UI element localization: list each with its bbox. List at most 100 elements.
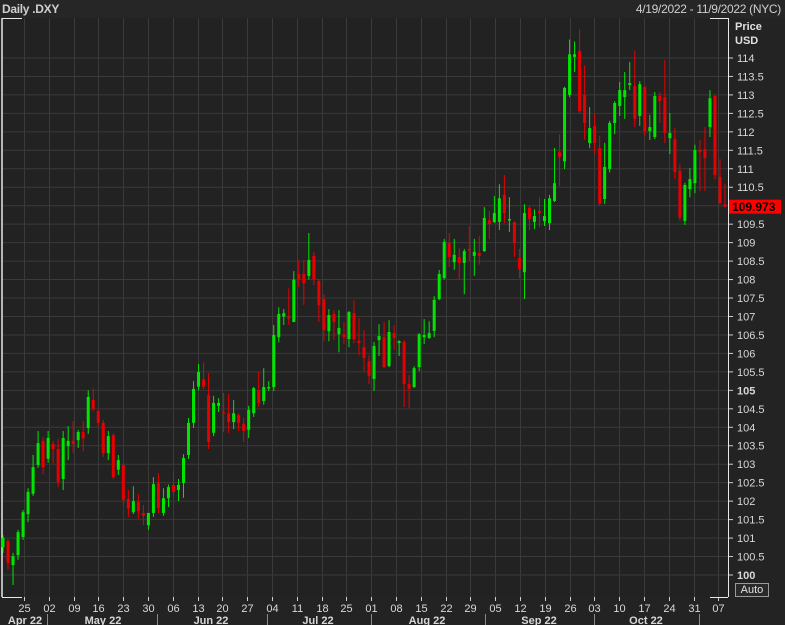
candle-up [262, 387, 266, 402]
candle-down [527, 207, 531, 219]
candle-down [558, 152, 562, 157]
candle-up [217, 402, 221, 406]
auto-scale-button[interactable]: Auto [735, 583, 769, 597]
candle-up [131, 501, 135, 513]
candle-up [26, 491, 30, 515]
y-tick-label: 106.5 [737, 330, 765, 342]
y-tick-label: 107 [737, 311, 755, 323]
candle-up [683, 185, 687, 221]
candle-down [698, 149, 702, 153]
candle-up [197, 371, 201, 387]
candle-up [688, 179, 692, 190]
y-tick-label: 113.5 [737, 71, 764, 83]
candle-up [638, 84, 642, 116]
candle-up [588, 128, 592, 143]
candle-up [61, 437, 65, 479]
candle-down [477, 252, 481, 256]
candle-down [487, 220, 491, 225]
candle-down [156, 483, 160, 509]
candle-down [242, 423, 246, 431]
candle-down [91, 399, 95, 409]
candle-up [1, 538, 5, 548]
candlestick-chart[interactable]: 100 100.5 101 101.5 102 102.5 103 103.5 104 104.5… [0, 0, 785, 625]
candle-up [272, 334, 276, 388]
candle-down [332, 313, 336, 323]
candle-down [658, 96, 662, 102]
candle-up [452, 254, 456, 263]
month-label: Jul 22 [302, 615, 333, 625]
candle-up [187, 422, 191, 455]
candle-up [608, 122, 612, 170]
candle-down [227, 413, 231, 423]
y-tick-label: 108 [737, 275, 755, 287]
candle-up [603, 166, 607, 200]
y-tick-label: 114 [737, 53, 755, 65]
candle-up [347, 312, 351, 340]
candle-up [247, 409, 251, 430]
candle-up [427, 333, 431, 338]
y-tick-label: 113 [737, 90, 755, 102]
candle-up [387, 332, 391, 366]
candle-down [362, 347, 366, 358]
x-tick-label: 12 [514, 603, 526, 615]
x-tick-label: 06 [167, 603, 179, 615]
candle-up [182, 457, 185, 484]
candle-down [56, 449, 60, 482]
axis-unit-currency: USD [735, 35, 758, 47]
candle-up [708, 98, 712, 128]
candle-down [171, 484, 175, 492]
candle-down [633, 86, 637, 119]
candle-up [337, 327, 341, 335]
candle-up [397, 341, 401, 344]
y-tick-label: 105.5 [737, 367, 765, 379]
candle-up [66, 440, 70, 447]
candle-up [76, 432, 80, 441]
x-tick-label: 22 [440, 603, 452, 615]
y-tick-label: 102.5 [737, 478, 765, 490]
x-tick-label: 29 [464, 603, 476, 615]
candle-down [257, 390, 261, 403]
x-tick-label: 18 [316, 603, 328, 615]
candle-down [297, 274, 301, 280]
candle-down [407, 384, 411, 389]
candle-down [237, 415, 241, 423]
candle-up [623, 90, 627, 98]
candle-down [111, 435, 115, 478]
candle-down [287, 316, 291, 319]
candle-up [282, 313, 286, 317]
candle-up [422, 334, 426, 338]
candle-up [161, 498, 165, 513]
candle-down [457, 257, 461, 263]
y-tick-label: 112 [737, 127, 755, 139]
candle-down [598, 148, 602, 204]
candle-up [176, 484, 180, 491]
y-tick-label: 104.5 [737, 404, 765, 416]
candle-up [151, 484, 155, 513]
candle-down [357, 340, 361, 344]
candle-up [648, 127, 652, 132]
x-tick-label: 03 [588, 603, 600, 615]
y-tick-label: 105 [737, 385, 755, 397]
axis-unit-price: Price [735, 21, 762, 33]
x-tick-label: 01 [365, 603, 377, 615]
candle-up [327, 315, 331, 332]
y-tick-label: 103 [737, 459, 755, 471]
candle-up [628, 83, 632, 85]
candle-up [532, 216, 536, 222]
candle-down [136, 501, 140, 512]
y-tick-label: 101.5 [737, 515, 765, 527]
candle-down [382, 337, 386, 368]
candle-up [212, 402, 216, 433]
candle-up [613, 103, 617, 123]
candle-up [377, 336, 381, 341]
candle-up [668, 132, 672, 139]
candle-up [252, 388, 256, 414]
x-tick-label: 05 [489, 603, 501, 615]
candle-down [467, 248, 471, 251]
month-label: May 22 [85, 615, 122, 625]
candle-down [663, 97, 667, 133]
candle-up [432, 299, 436, 331]
y-tick-label: 111 [737, 164, 754, 176]
candle-up [573, 54, 577, 57]
candle-down [312, 255, 316, 280]
